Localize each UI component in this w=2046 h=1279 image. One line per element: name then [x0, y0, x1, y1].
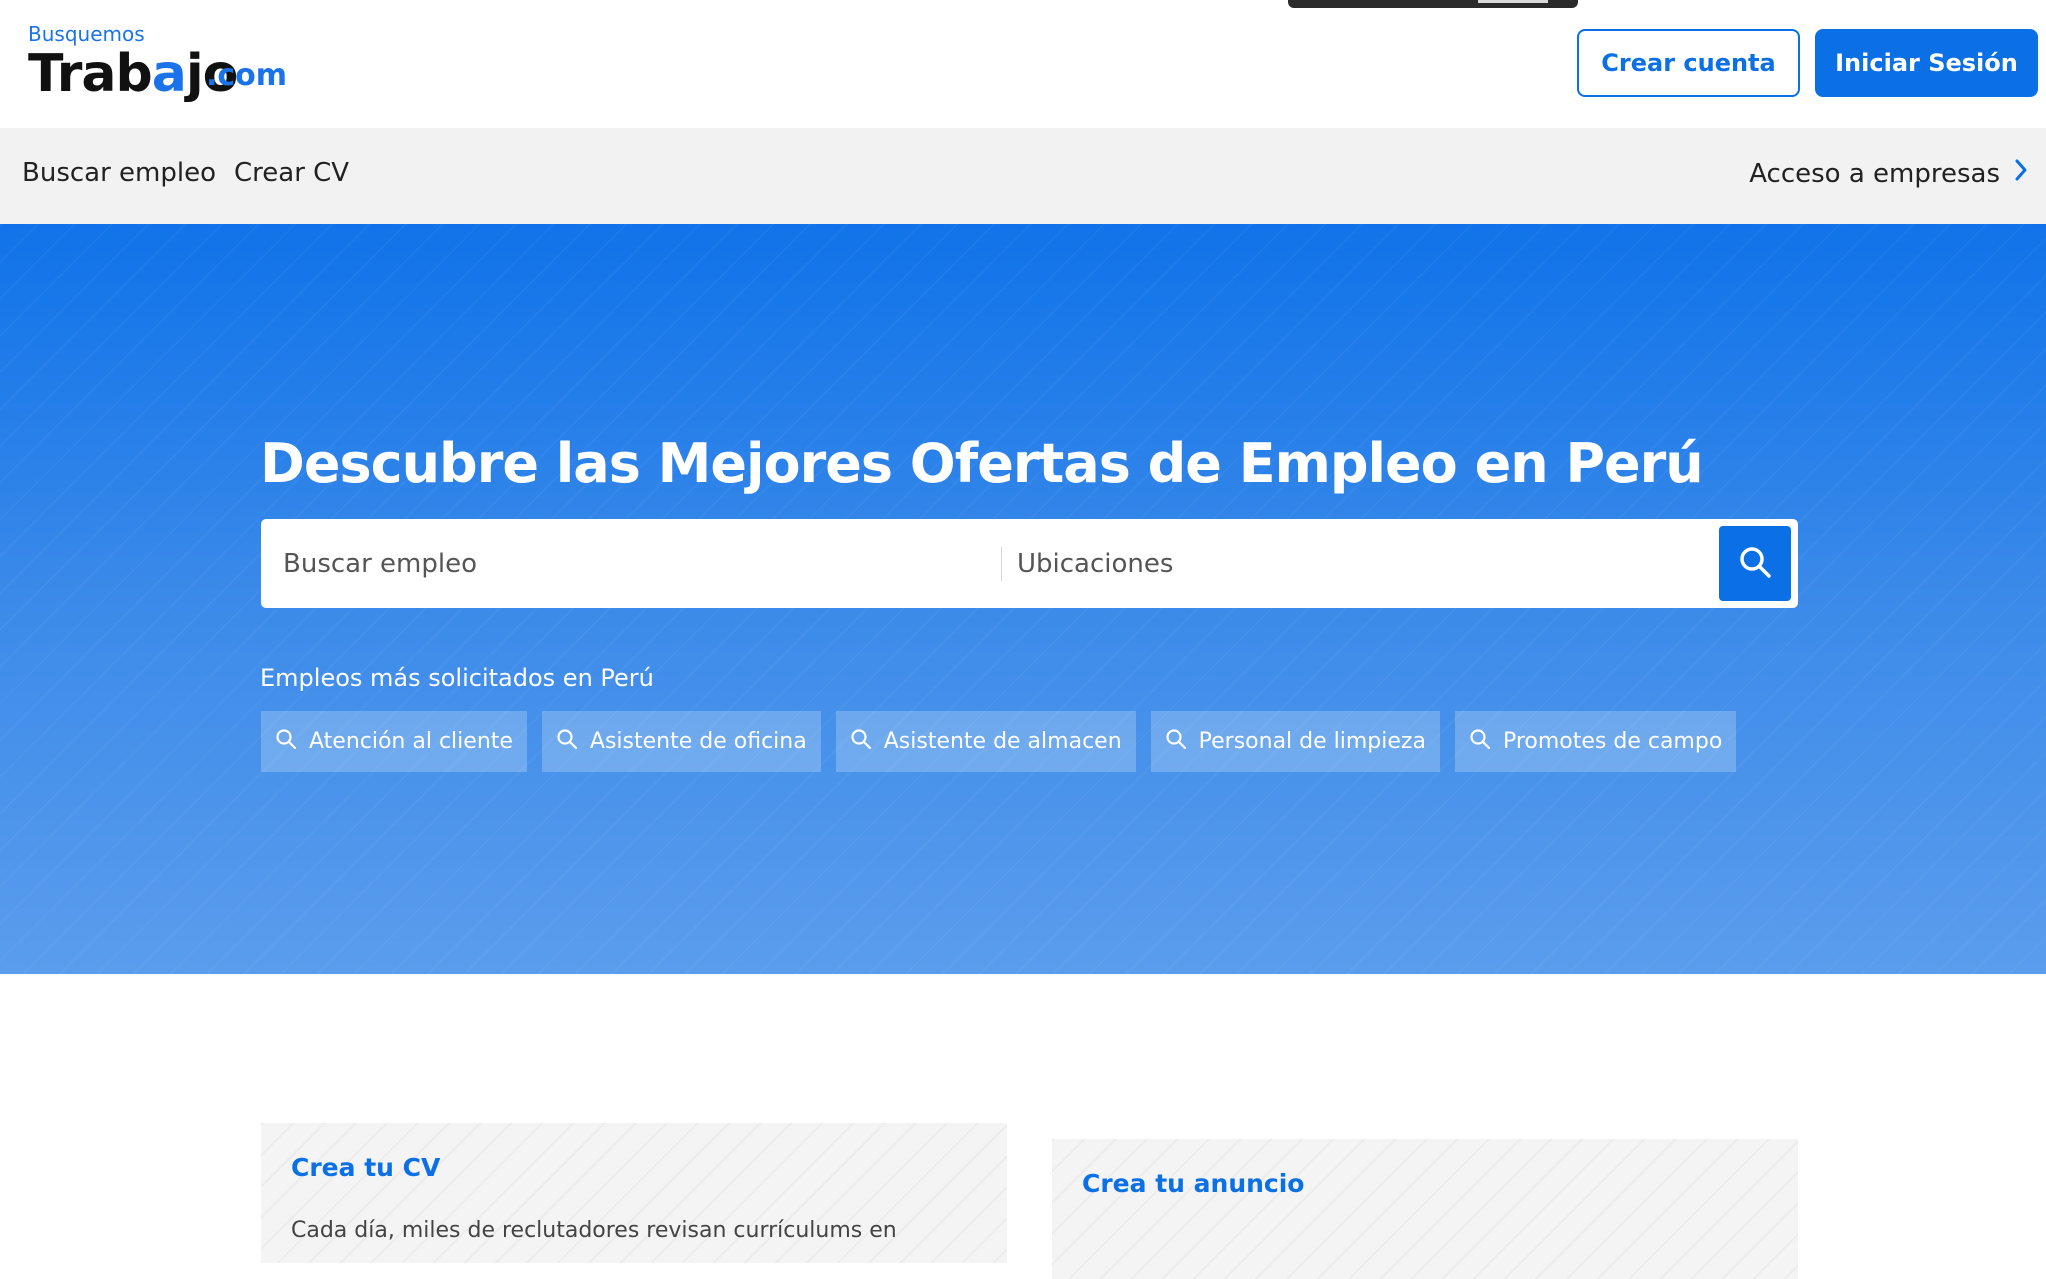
main-nav: Buscar empleo Crear CV Acceso a empresas — [0, 128, 2046, 224]
location-input[interactable] — [1017, 519, 1657, 608]
chip-asistente-oficina[interactable]: Asistente de oficina — [541, 711, 821, 772]
job-search-input[interactable] — [283, 519, 983, 608]
site-header: Busquemos Trabajo .com Crear cuenta Inic… — [0, 0, 2046, 128]
nav-item-crear-cv[interactable]: Crear CV — [234, 158, 349, 188]
logo-tagline: Busquemos — [28, 22, 145, 46]
search-icon — [1738, 545, 1772, 583]
chip-label: Atención al cliente — [309, 729, 513, 754]
search-button[interactable] — [1719, 526, 1791, 601]
card-text: Cada día, miles de reclutadores revisan … — [291, 1218, 897, 1243]
search-icon — [556, 728, 578, 756]
nav-item-buscar-empleo[interactable]: Buscar empleo — [22, 158, 216, 188]
card-title: Crea tu CV — [291, 1153, 441, 1182]
popular-jobs-label: Empleos más solicitados en Perú — [260, 664, 654, 692]
search-bar — [261, 519, 1798, 608]
chevron-right-icon — [2014, 158, 2028, 189]
chip-promotes-campo[interactable]: Promotes de campo — [1454, 711, 1737, 772]
hero-title: Descubre las Mejores Ofertas de Empleo e… — [260, 432, 1704, 495]
card-title: Crea tu anuncio — [1082, 1169, 1305, 1198]
search-divider — [1001, 547, 1002, 581]
chip-label: Promotes de campo — [1502, 729, 1723, 754]
search-icon — [1469, 728, 1491, 756]
site-logo[interactable]: Busquemos Trabajo .com — [28, 18, 298, 104]
login-button[interactable]: Iniciar Sesión — [1815, 29, 2038, 97]
hero-section: Descubre las Mejores Ofertas de Empleo e… — [0, 224, 2046, 974]
card-create-ad[interactable]: Crea tu anuncio — [1052, 1139, 1798, 1279]
top-floating-tab — [1288, 0, 1578, 8]
popular-jobs-chips: Atención al cliente Asistente de oficina… — [261, 711, 1737, 772]
companies-access-link[interactable]: Acceso a empresas — [1749, 158, 2028, 189]
chip-label: Personal de limpieza — [1198, 729, 1426, 754]
chip-label: Asistente de almacen — [883, 729, 1122, 754]
companies-access-label: Acceso a empresas — [1749, 158, 2000, 189]
search-icon — [850, 728, 872, 756]
create-account-button[interactable]: Crear cuenta — [1577, 29, 1800, 97]
search-icon — [275, 728, 297, 756]
card-create-cv[interactable]: Crea tu CV Cada día, miles de reclutador… — [261, 1123, 1007, 1263]
logo-domain: .com — [206, 58, 288, 93]
chip-personal-limpieza[interactable]: Personal de limpieza — [1150, 711, 1440, 772]
chip-asistente-almacen[interactable]: Asistente de almacen — [835, 711, 1136, 772]
chip-label: Asistente de oficina — [589, 729, 807, 754]
search-icon — [1165, 728, 1187, 756]
chip-atencion-cliente[interactable]: Atención al cliente — [261, 711, 527, 772]
